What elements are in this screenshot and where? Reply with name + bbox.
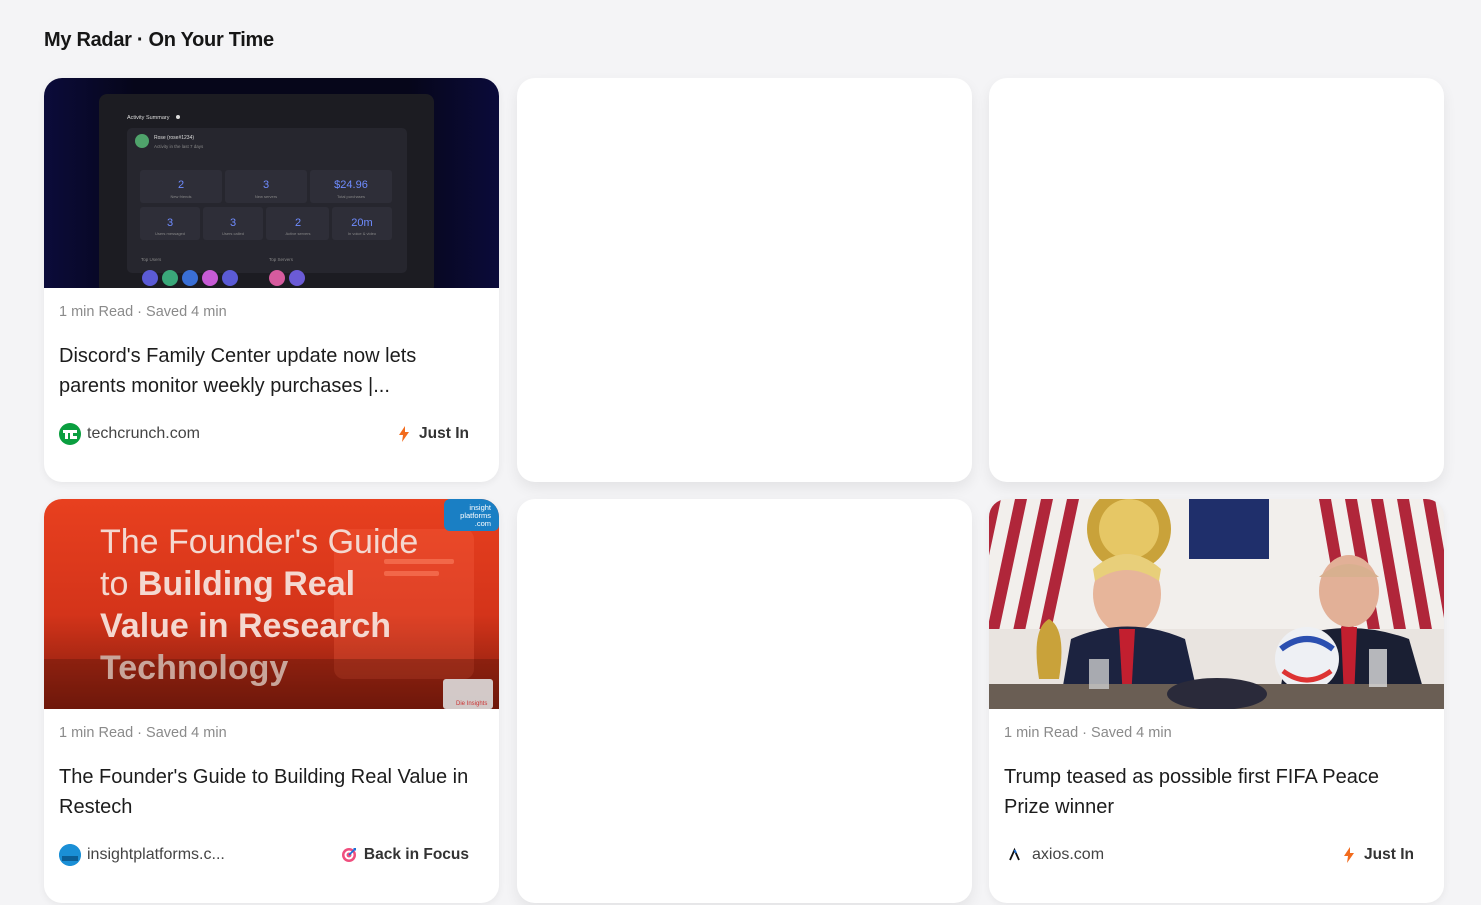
svg-text:to Building Real: to Building Real — [100, 565, 355, 603]
article-meta: 1 min Read · Saved 4 min — [59, 304, 227, 320]
status-label: Back in Focus — [363, 846, 469, 863]
insightplatforms-icon — [59, 844, 81, 866]
techcrunch-icon — [59, 423, 81, 445]
status-label: Just In — [1364, 846, 1414, 863]
svg-text:.com: .com — [475, 519, 491, 528]
source-domain: insightplatforms.c... — [87, 846, 225, 863]
svg-text:3: 3 — [167, 217, 173, 229]
article-card-placeholder — [989, 78, 1444, 482]
article-card-placeholder — [517, 78, 972, 482]
svg-text:3: 3 — [230, 217, 236, 229]
target-icon — [340, 846, 358, 864]
article-thumbnail: Activity Summary Rose (rose#1234) Activi… — [44, 78, 499, 288]
svg-text:New servers: New servers — [255, 194, 277, 199]
svg-text:In voice & video: In voice & video — [348, 231, 377, 236]
svg-text:Top Servers: Top Servers — [269, 257, 294, 262]
article-card-fifa[interactable]: 1 min Read · Saved 4 min Trump teased as… — [989, 499, 1444, 903]
svg-text:Total purchases: Total purchases — [337, 194, 365, 199]
status-label: Just In — [419, 425, 469, 442]
source-domain: techcrunch.com — [87, 425, 200, 442]
article-thumbnail — [989, 499, 1444, 709]
article-title[interactable]: Discord's Family Center update now lets … — [59, 341, 479, 401]
source-domain: axios.com — [1032, 846, 1105, 863]
svg-text:New friends: New friends — [170, 194, 191, 199]
article-thumbnail: The Founder's Guide to Building Real Val… — [44, 499, 499, 709]
svg-text:Users called: Users called — [222, 231, 244, 236]
svg-text:$24.96: $24.96 — [334, 179, 368, 191]
lightning-icon — [1340, 846, 1358, 864]
status-badge: Just In — [395, 425, 469, 443]
svg-text:2: 2 — [178, 179, 184, 191]
article-title[interactable]: Trump teased as possible first FIFA Peac… — [1004, 762, 1424, 822]
svg-text:The Founder's Guide: The Founder's Guide — [100, 523, 418, 561]
svg-text:2: 2 — [295, 217, 301, 229]
svg-text:Technology: Technology — [100, 649, 288, 687]
svg-text:20m: 20m — [351, 217, 372, 229]
article-card-placeholder — [517, 499, 972, 903]
svg-text:Users messaged: Users messaged — [155, 231, 185, 236]
svg-text:Top Users: Top Users — [141, 257, 162, 262]
svg-text:3: 3 — [263, 179, 269, 191]
svg-text:Value in Research: Value in Research — [100, 607, 391, 645]
status-badge: Just In — [1340, 846, 1414, 864]
article-source[interactable]: techcrunch.com — [59, 423, 200, 445]
article-card-founders-guide[interactable]: The Founder's Guide to Building Real Val… — [44, 499, 499, 903]
page-title: My Radar · On Your Time — [44, 29, 274, 51]
status-badge: Back in Focus — [340, 846, 469, 864]
svg-text:Activity in the last 7 days: Activity in the last 7 days — [154, 144, 204, 149]
svg-text:Rose (rose#1234): Rose (rose#1234) — [154, 135, 194, 141]
lightning-icon — [395, 425, 413, 443]
svg-text:Activity Summary: Activity Summary — [127, 115, 170, 121]
article-source[interactable]: insightplatforms.c... — [59, 844, 225, 866]
svg-text:Active servers: Active servers — [285, 231, 310, 236]
article-meta: 1 min Read · Saved 4 min — [59, 725, 227, 741]
article-meta: 1 min Read · Saved 4 min — [1004, 725, 1172, 741]
svg-text:Die Insights: Die Insights — [456, 701, 487, 707]
article-card-discord[interactable]: Activity Summary Rose (rose#1234) Activi… — [44, 78, 499, 482]
article-title[interactable]: The Founder's Guide to Building Real Val… — [59, 762, 479, 822]
article-source[interactable]: axios.com — [1004, 844, 1104, 866]
axios-icon — [1004, 844, 1026, 866]
